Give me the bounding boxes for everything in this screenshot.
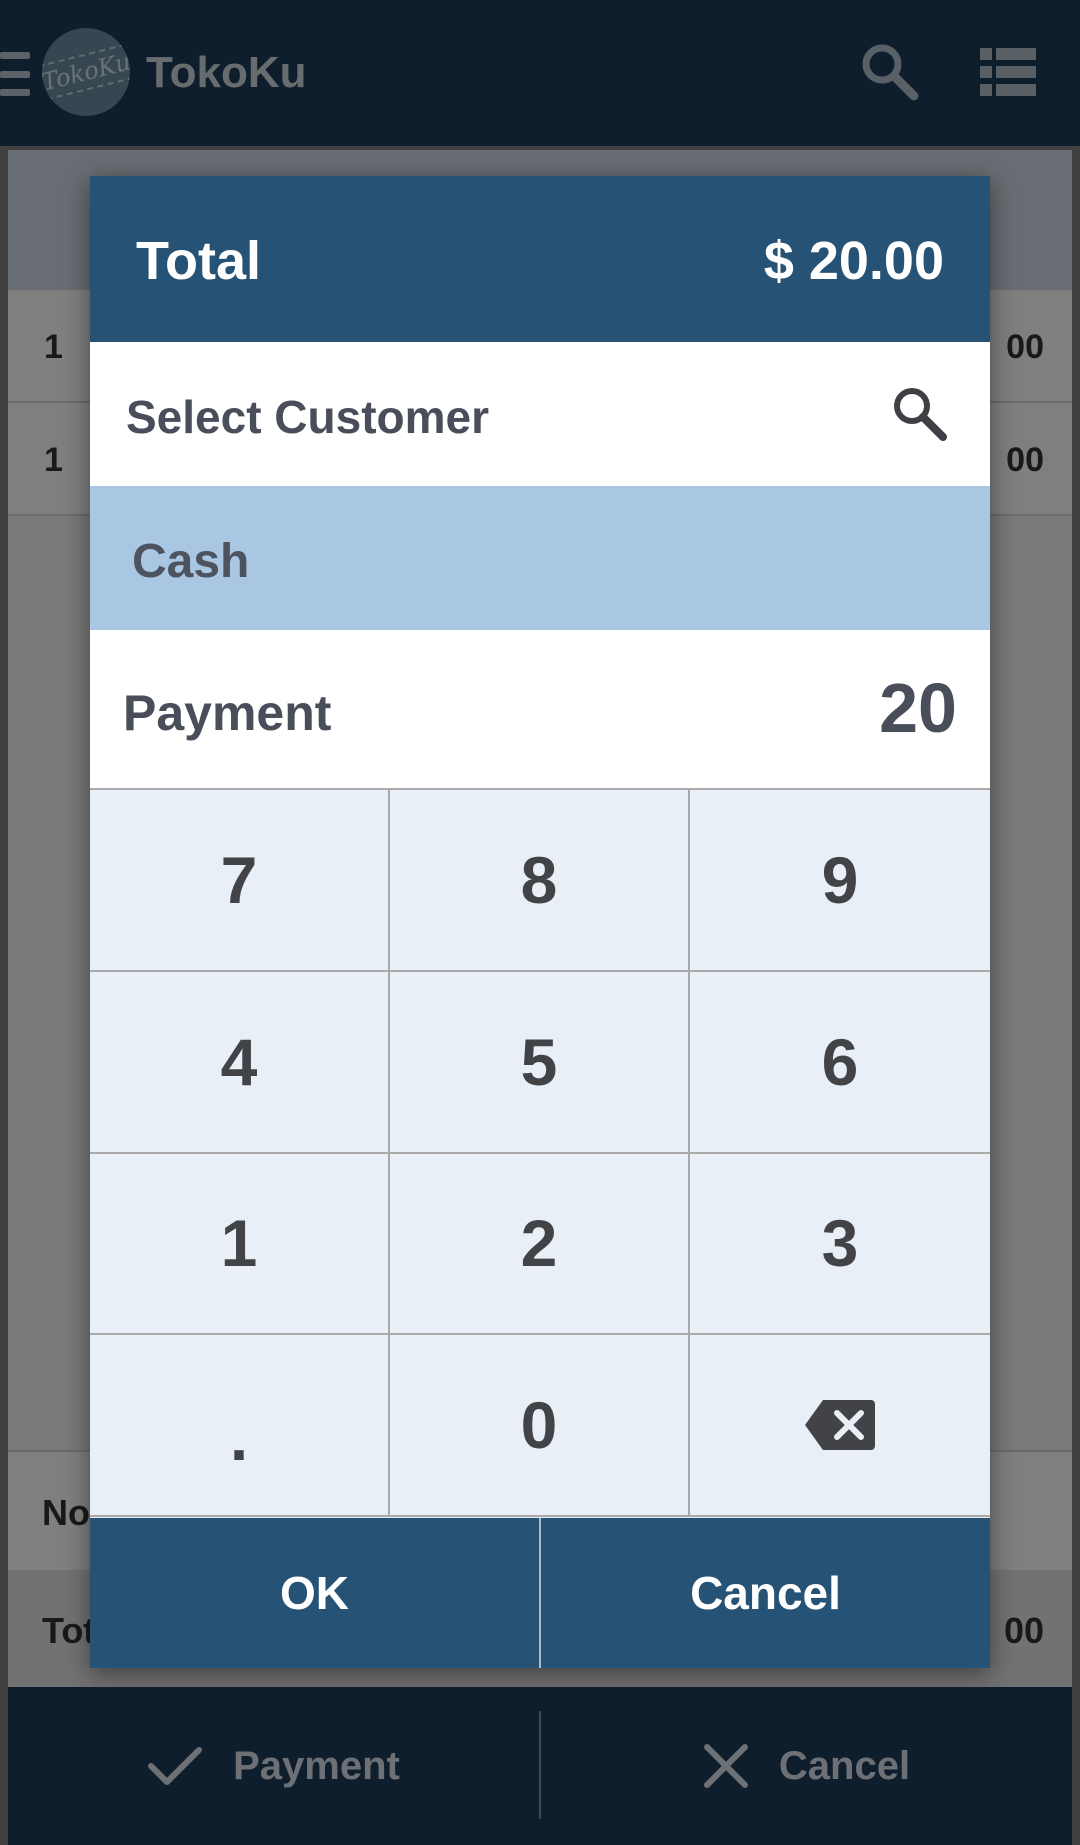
total-value: $ 20.00 (763, 231, 944, 291)
key-7[interactable]: 7 (90, 790, 390, 972)
payment-amount-display: 20 (879, 669, 957, 747)
payment-amount-row: Payment 20 (90, 630, 990, 788)
key-9[interactable]: 9 (690, 790, 990, 972)
key-1[interactable]: 1 (90, 1153, 390, 1336)
key-5[interactable]: 5 (390, 971, 690, 1154)
select-customer-field[interactable]: Select Customer (90, 342, 990, 486)
numeric-keypad: 7 8 9 4 5 6 1 2 3 . 0 (90, 788, 990, 1517)
payment-method-cash[interactable]: Cash (90, 486, 990, 630)
key-3[interactable]: 3 (690, 1153, 990, 1336)
dialog-actions: OK Cancel (90, 1518, 990, 1668)
ok-button[interactable]: OK (90, 1518, 539, 1668)
select-customer-label: Select Customer (126, 391, 490, 443)
key-8[interactable]: 8 (390, 790, 690, 972)
key-decimal[interactable]: . (90, 1335, 390, 1517)
backspace-icon (805, 1400, 875, 1451)
search-icon[interactable] (890, 384, 948, 442)
key-4[interactable]: 4 (90, 971, 390, 1154)
payment-label: Payment (123, 685, 332, 741)
key-backspace[interactable] (690, 1335, 990, 1517)
total-label: Total (136, 231, 261, 291)
payment-dialog: Total $ 20.00 Select Customer Cash Payme… (90, 176, 990, 1668)
key-2[interactable]: 2 (390, 1153, 690, 1336)
cancel-button[interactable]: Cancel (541, 1518, 990, 1668)
payment-method-label: Cash (132, 535, 250, 588)
dialog-header: Total $ 20.00 (90, 176, 990, 342)
key-6[interactable]: 6 (690, 971, 990, 1154)
key-0[interactable]: 0 (390, 1335, 690, 1517)
